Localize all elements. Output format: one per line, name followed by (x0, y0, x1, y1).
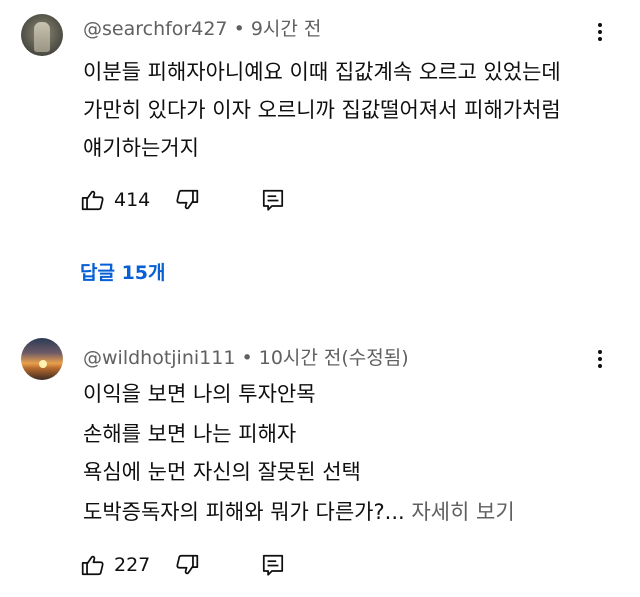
comment-text-line: 이익을 보면 나의 투자안목 (83, 382, 316, 406)
like-count: 227 (114, 554, 151, 576)
comment-text-line-last: 도박증독자의 피해와 뭐가 다른가?... 자세히 보기 (83, 496, 515, 526)
comment-text-line: 손해를 보면 나는 피해자 (83, 422, 297, 446)
comment-header: @searchfor427 • 9시간 전 (83, 14, 321, 41)
comment-time[interactable]: 10시간 전(수정됨) (259, 347, 409, 369)
thumbs-up-icon (81, 190, 104, 211)
like-count: 414 (114, 189, 151, 211)
reply-button[interactable] (260, 185, 286, 215)
meta-separator: • (241, 347, 253, 369)
reply-icon (262, 554, 284, 576)
like-button[interactable]: 227 (80, 550, 150, 580)
more-vert-icon[interactable] (594, 20, 606, 44)
thumbs-up-icon (81, 555, 104, 576)
reply-icon (262, 189, 284, 211)
thumbs-down-icon (176, 554, 199, 575)
comment-text-truncated: 도박증독자의 피해와 뭐가 다른가?... (83, 500, 405, 524)
replies-button[interactable]: 답글 15개 (80, 258, 166, 285)
avatar[interactable] (21, 14, 63, 56)
more-vert-icon[interactable] (594, 347, 606, 371)
comment-author[interactable]: @searchfor427 (83, 18, 228, 40)
comment-text-line: 얘기하는거지 (83, 136, 199, 160)
read-more-link[interactable]: 자세히 보기 (405, 500, 514, 524)
avatar[interactable] (21, 338, 63, 380)
thumbs-down-icon (176, 189, 199, 210)
meta-separator: • (233, 18, 245, 40)
reply-button[interactable] (260, 550, 286, 580)
comment-header: @wildhotjini111 • 10시간 전(수정됨) (83, 343, 409, 370)
comment-author[interactable]: @wildhotjini111 (83, 347, 235, 369)
like-button[interactable]: 414 (80, 185, 150, 215)
comment-time[interactable]: 9시간 전 (251, 18, 322, 40)
comment-text-line: 욕심에 눈먼 자신의 잘못된 선택 (83, 460, 361, 484)
dislike-button[interactable] (174, 550, 200, 580)
comment-text-line: 이분들 피해자아니예요 이때 집값계속 오르고 있었는데 (83, 60, 561, 84)
dislike-button[interactable] (174, 185, 200, 215)
comment-text-line: 가만히 있다가 이자 오르니까 집값떨어져서 피해가처럼 (83, 98, 561, 122)
